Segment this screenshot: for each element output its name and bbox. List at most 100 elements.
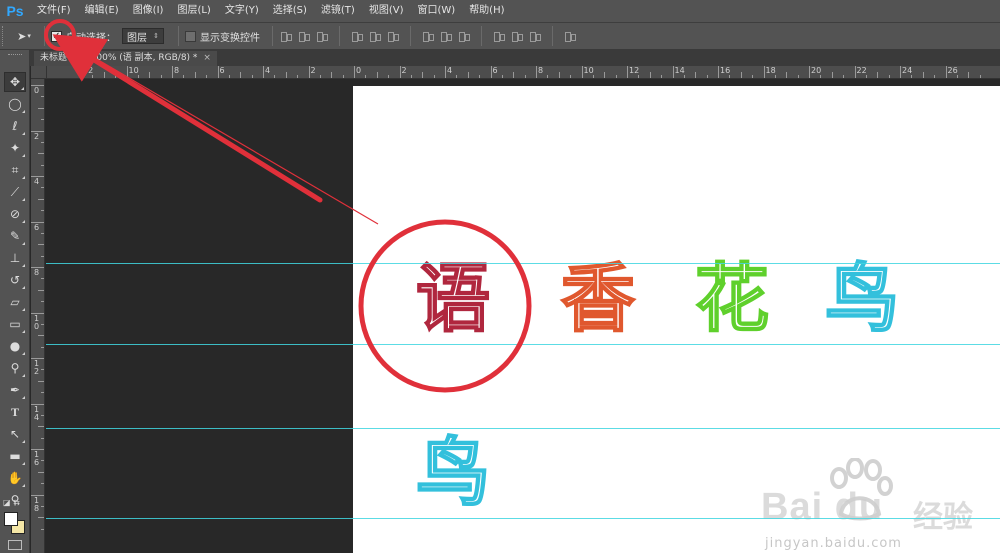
horizontal-guide[interactable] <box>46 428 1000 429</box>
menu-window[interactable]: 窗口(W) <box>410 0 462 22</box>
shape-tool-icon[interactable]: ▬ <box>4 446 26 466</box>
distribute-right-icon[interactable] <box>528 29 542 43</box>
magic-wand-tool-icon[interactable]: ✦ <box>4 138 26 158</box>
menu-select[interactable]: 选择(S) <box>266 0 314 22</box>
ruler-tick <box>81 66 82 78</box>
close-icon[interactable]: × <box>203 51 211 66</box>
options-bar-grip[interactable] <box>2 26 10 46</box>
ruler-minor-tick <box>183 75 185 78</box>
type-tool-icon[interactable]: T <box>4 402 26 422</box>
tool-preset-picker[interactable]: ➤ ▾ <box>10 26 38 46</box>
menu-view[interactable]: 视图(V) <box>362 0 411 22</box>
vertical-ruler[interactable]: 0 2 4 6 8 10 12 14 16 18 <box>31 79 45 553</box>
lasso-tool-icon[interactable]: ℓ <box>4 116 26 136</box>
quick-mask-icon[interactable] <box>8 540 22 550</box>
align-right-icon[interactable] <box>386 29 400 43</box>
ruler-minor-tick <box>41 164 44 166</box>
document-canvas[interactable]: 语 香 花 鸟 鸟 Bai du 经验 jingyan.baidu.com <box>353 86 1000 553</box>
ruler-minor-tick <box>956 75 958 78</box>
menu-layer[interactable]: 图层(L) <box>170 0 217 22</box>
align-vertical-center-icon[interactable] <box>297 29 311 43</box>
eraser-tool-icon[interactable]: ▱ <box>4 292 26 312</box>
document-tab-title: 未标题-1 @ 100% (语 副本, RGB/8) * <box>40 53 198 63</box>
dodge-tool-icon[interactable]: ⚲ <box>4 358 26 378</box>
ruler-minor-tick <box>251 75 253 78</box>
menu-filter[interactable]: 滤镜(T) <box>314 0 362 22</box>
ruler-minor-tick <box>41 460 44 462</box>
glyph-xiang-orange[interactable]: 香 <box>560 261 636 337</box>
distribute-left-icon[interactable] <box>492 29 506 43</box>
default-colors-icon[interactable]: ◪ ⇆ <box>3 498 20 507</box>
ruler-tick <box>308 66 310 78</box>
pasteboard[interactable]: 语 香 花 鸟 鸟 Bai du 经验 jingyan.baidu.com <box>46 80 1000 553</box>
history-brush-tool-icon[interactable]: ↺ <box>4 270 26 290</box>
menu-image[interactable]: 图像(I) <box>126 0 171 22</box>
ruler-minor-tick <box>638 75 640 78</box>
eyedropper-tool-icon[interactable]: ⟋ <box>4 182 26 202</box>
ruler-minor-tick <box>843 75 845 78</box>
ruler-minor-tick <box>888 75 890 78</box>
hand-tool-icon[interactable]: ✋ <box>4 468 26 488</box>
ruler-minor-tick <box>604 72 606 78</box>
menu-help[interactable]: 帮助(H) <box>462 0 511 22</box>
align-left-icon[interactable] <box>350 29 364 43</box>
ruler-minor-tick <box>797 75 799 78</box>
menu-file[interactable]: 文件(F) <box>30 0 78 22</box>
ruler-minor-tick <box>706 75 708 78</box>
show-transform-label: 显示变换控件 <box>200 32 260 44</box>
clone-stamp-tool-icon[interactable]: ⊥ <box>4 248 26 268</box>
marquee-tool-icon[interactable]: ◯ <box>4 94 26 114</box>
ruler-minor-tick <box>38 426 44 428</box>
ruler-minor-tick <box>41 96 44 98</box>
ruler-minor-tick <box>558 72 560 78</box>
ruler-minor-tick <box>615 75 617 78</box>
ruler-minor-tick <box>331 72 333 78</box>
auto-align-layers-icon[interactable] <box>563 29 577 43</box>
distribute-top-icon[interactable] <box>421 29 435 43</box>
ruler-minor-tick <box>729 75 731 78</box>
horizontal-guide[interactable] <box>46 518 1000 519</box>
ruler-tick <box>945 66 947 78</box>
ruler-minor-tick <box>524 75 526 78</box>
glyph-hua-green[interactable]: 花 <box>694 261 770 337</box>
distribute-vertical-center-icon[interactable] <box>439 29 453 43</box>
distribute-horizontal-center-icon[interactable] <box>510 29 524 43</box>
pen-tool-icon[interactable]: ✒ <box>4 380 26 400</box>
menu-type[interactable]: 文字(Y) <box>218 0 266 22</box>
align-horizontal-center-icon[interactable] <box>368 29 382 43</box>
ruler-minor-tick <box>38 335 44 337</box>
blur-tool-icon[interactable]: ● <box>4 336 26 356</box>
document-tab[interactable]: 未标题-1 @ 100% (语 副本, RGB/8) * × <box>34 51 217 66</box>
tools-panel-grip[interactable] <box>8 54 22 56</box>
ruler-minor-tick <box>968 72 970 78</box>
healing-brush-tool-icon[interactable]: ⊘ <box>4 204 26 224</box>
align-top-icon[interactable] <box>279 29 293 43</box>
ruler-minor-tick <box>752 75 754 78</box>
align-bottom-icon[interactable] <box>315 29 329 43</box>
crop-tool-icon[interactable]: ⌗ <box>4 160 26 180</box>
show-transform-checkbox[interactable] <box>185 30 196 42</box>
menu-edit[interactable]: 编辑(E) <box>78 0 126 22</box>
ruler-tick <box>763 66 765 78</box>
glyph-yu-red[interactable]: 语 <box>415 261 491 337</box>
ruler-minor-tick <box>695 72 697 78</box>
ruler-origin[interactable] <box>31 66 47 79</box>
distribute-bottom-icon[interactable] <box>457 29 471 43</box>
brush-tool-icon[interactable]: ✎ <box>4 226 26 246</box>
ruler-tick <box>536 66 537 78</box>
horizontal-ruler[interactable]: 12 10 8 6 4 2 0 2 4 6 8 10 12 14 16 18 20 22 24 26 <box>47 66 1000 79</box>
horizontal-guide[interactable] <box>46 263 1000 264</box>
glyph-niao-cyan-copy[interactable]: 鸟 <box>415 435 491 511</box>
ruler-minor-tick <box>376 72 378 78</box>
ruler-minor-tick <box>922 72 924 78</box>
move-tool-icon[interactable]: ✥ <box>4 72 26 92</box>
watermark-cn: 经验 <box>913 500 973 535</box>
foreground-color-swatch[interactable] <box>4 512 18 526</box>
gradient-tool-icon[interactable]: ▭ <box>4 314 26 334</box>
horizontal-guide[interactable] <box>46 344 1000 345</box>
auto-select-target-dropdown[interactable]: 图层 ⇕ <box>122 28 164 44</box>
ruler-minor-tick <box>979 75 981 78</box>
glyph-niao-cyan[interactable]: 鸟 <box>824 261 900 337</box>
path-selection-tool-icon[interactable]: ↖ <box>4 424 26 444</box>
auto-select-checkbox[interactable]: ✓ <box>51 30 62 42</box>
